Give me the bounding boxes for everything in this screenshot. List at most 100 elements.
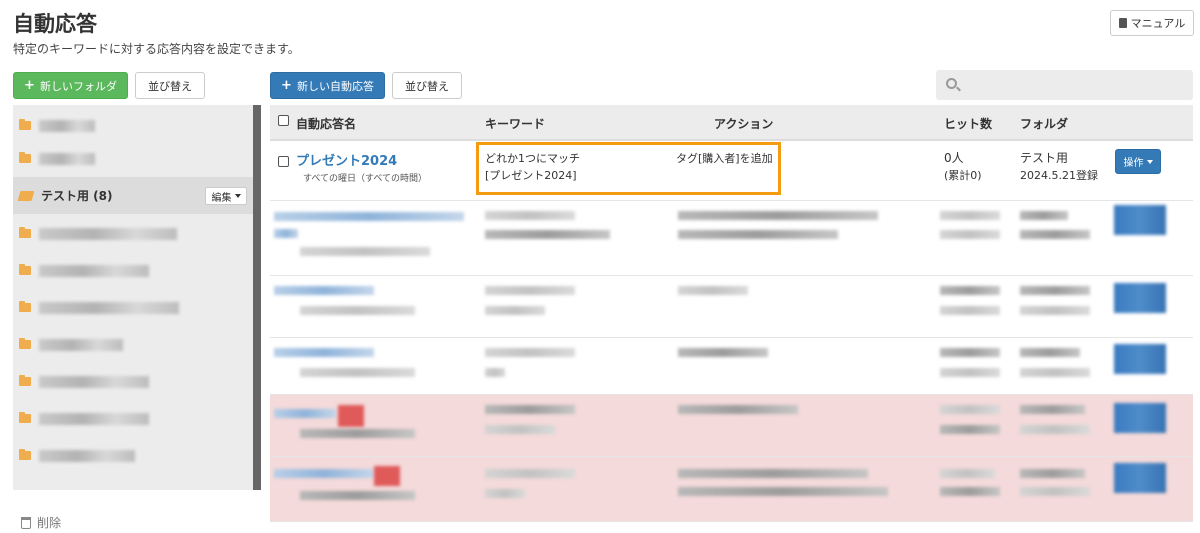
edit-label: 編集 <box>211 192 232 204</box>
plus-icon: + <box>281 78 292 93</box>
sort-replies-button[interactable]: 並び替え <box>392 72 462 99</box>
folder-open-icon <box>17 190 35 201</box>
folder-item[interactable] <box>13 437 253 474</box>
row-checkbox[interactable] <box>278 156 289 167</box>
obscured-schedule <box>300 368 415 377</box>
folder-item[interactable] <box>13 140 253 177</box>
obscured-schedule <box>300 247 430 256</box>
folder-icon <box>19 119 31 130</box>
new-folder-label: 新しいフォルダ <box>39 79 117 93</box>
obscured-keyword <box>485 469 575 478</box>
obscured-hits <box>940 306 1000 315</box>
schedule-text: すべての曜日（すべての時間） <box>303 174 428 184</box>
trash-icon <box>21 516 31 529</box>
folder-item-active[interactable]: テスト用 (8) 編集 <box>13 177 253 214</box>
folder-icon <box>19 152 31 163</box>
search-input[interactable] <box>936 70 1193 100</box>
obscured-operations-button[interactable] <box>1114 344 1166 374</box>
obscured-name <box>274 409 336 418</box>
select-all-checkbox[interactable] <box>278 115 289 126</box>
folder-label-obscured <box>39 227 177 240</box>
folder-label-obscured <box>39 119 95 132</box>
obscured-operations-button[interactable] <box>1114 463 1166 493</box>
folder-label-obscured <box>39 449 135 462</box>
obscured-operations-button[interactable] <box>1114 283 1166 313</box>
obscured-folder <box>1020 425 1090 434</box>
obscured-hits <box>940 286 1000 295</box>
folder-icon <box>19 264 31 275</box>
folder-item[interactable] <box>13 400 253 437</box>
folder-item[interactable] <box>13 252 253 289</box>
folder-item[interactable] <box>13 107 253 144</box>
table-row-obscured <box>270 201 1193 276</box>
folder-edit-button[interactable]: 編集 <box>205 187 247 205</box>
obscured-keyword <box>485 425 555 434</box>
folder-label-obscured <box>39 264 149 277</box>
sort-folders-label: 並び替え <box>148 79 192 93</box>
obscured-keyword <box>485 211 575 220</box>
table-row-obscured <box>270 457 1193 522</box>
obscured-hits <box>940 230 1000 239</box>
column-header-keyword[interactable]: キーワード <box>485 115 545 132</box>
table-row-obscured <box>270 276 1193 338</box>
obscured-action <box>678 487 888 496</box>
obscured-keyword <box>485 405 575 414</box>
new-auto-reply-button[interactable]: + 新しい自動応答 <box>270 72 385 99</box>
operations-label: 操作 <box>1123 158 1144 169</box>
obscured-folder <box>1020 286 1090 295</box>
scrollbar-thumb[interactable] <box>253 105 261 490</box>
folder-name: テスト用 <box>1020 151 1069 165</box>
registered-date: 2024.5.21登録 <box>1020 169 1098 182</box>
obscured-hits <box>940 405 1000 414</box>
new-folder-button[interactable]: + 新しいフォルダ <box>13 72 128 99</box>
obscured-hits <box>940 425 1000 434</box>
search-icon <box>946 78 957 89</box>
obscured-action <box>678 348 768 357</box>
sidebar-scrollbar[interactable] <box>253 105 261 490</box>
folder-label-obscured <box>39 412 149 425</box>
column-header-folder[interactable]: フォルダ <box>1020 115 1068 132</box>
obscured-name <box>274 229 298 238</box>
obscured-folder <box>1020 306 1090 315</box>
obscured-operations-button[interactable] <box>1114 403 1166 433</box>
obscured-action <box>678 469 868 478</box>
column-header-name[interactable]: 自動応答名 <box>296 115 356 132</box>
folder-item[interactable] <box>13 215 253 252</box>
obscured-keyword <box>485 286 575 295</box>
auto-reply-name-link[interactable]: プレゼント2024 <box>296 150 397 169</box>
chevron-down-icon <box>1146 159 1153 164</box>
obscured-action <box>678 230 838 239</box>
column-header-action[interactable]: アクション <box>714 115 773 132</box>
obscured-hits <box>940 348 1000 357</box>
table-row-obscured <box>270 338 1193 395</box>
folder-item[interactable] <box>13 363 253 400</box>
operations-button[interactable]: 操作 <box>1115 149 1161 174</box>
obscured-folder <box>1020 348 1080 357</box>
obscured-keyword <box>485 489 525 498</box>
folder-item[interactable] <box>13 289 253 326</box>
folder-icon <box>19 412 31 423</box>
obscured-folder <box>1020 230 1090 239</box>
folder-icon <box>19 338 31 349</box>
delete-folder-link[interactable]: 削除 <box>21 514 61 531</box>
obscured-name <box>274 286 374 295</box>
obscured-operations-button[interactable] <box>1114 205 1166 235</box>
sort-replies-label: 並び替え <box>405 79 449 93</box>
obscured-hits <box>940 469 995 478</box>
folder-label-obscured <box>39 301 179 314</box>
hits-count: 0人 <box>944 151 964 165</box>
obscured-schedule <box>300 429 415 438</box>
column-header-hits[interactable]: ヒット数 <box>944 115 992 132</box>
obscured-keyword <box>485 368 505 377</box>
manual-button[interactable]: マニュアル <box>1110 10 1194 36</box>
sort-folders-button[interactable]: 並び替え <box>135 72 205 99</box>
chevron-down-icon <box>234 194 241 198</box>
obscured-name <box>274 469 374 478</box>
obscured-keyword <box>485 230 610 239</box>
obscured-schedule <box>300 491 415 500</box>
new-auto-reply-label: 新しい自動応答 <box>296 79 374 93</box>
obscured-folder <box>1020 211 1068 220</box>
obscured-action <box>678 405 798 414</box>
folder-item[interactable] <box>13 326 253 363</box>
obscured-schedule <box>300 306 415 315</box>
